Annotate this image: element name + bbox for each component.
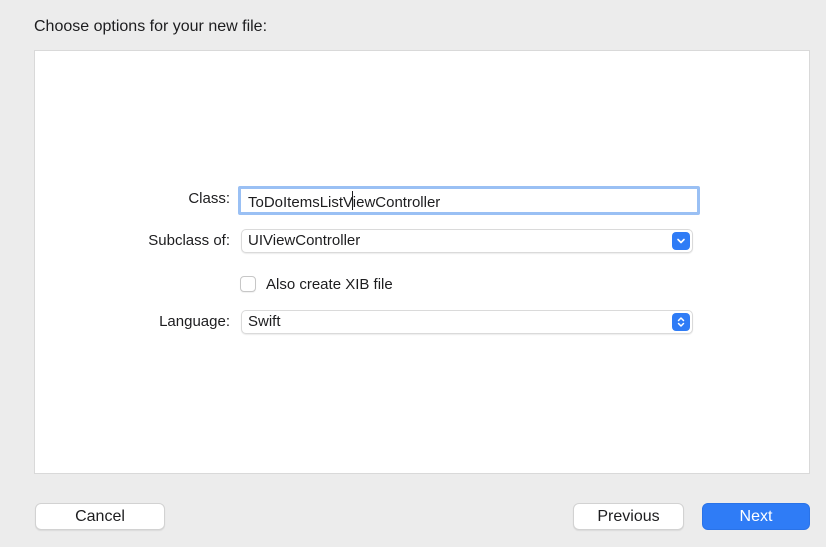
up-down-chevron-icon — [672, 313, 690, 331]
class-name-input[interactable] — [238, 186, 700, 215]
options-panel — [34, 50, 810, 474]
create-xib-row[interactable]: Also create XIB file — [240, 274, 393, 294]
subclass-selected-value: UIViewController — [248, 232, 361, 249]
subclass-select[interactable]: UIViewController — [241, 229, 693, 253]
next-button[interactable]: Next — [702, 503, 810, 530]
language-select[interactable]: Swift — [241, 310, 693, 334]
dialog-title: Choose options for your new file: — [34, 18, 268, 35]
create-xib-checkbox[interactable] — [240, 276, 256, 292]
text-caret — [352, 191, 353, 210]
chevron-down-icon — [672, 232, 690, 250]
subclass-label: Subclass of: — [148, 232, 230, 249]
language-selected-value: Swift — [248, 313, 281, 330]
class-label: Class: — [188, 190, 230, 207]
language-label: Language: — [159, 313, 230, 330]
create-xib-label: Also create XIB file — [266, 275, 393, 293]
previous-button[interactable]: Previous — [573, 503, 684, 530]
new-file-options-dialog: Choose options for your new file: Class:… — [0, 0, 826, 547]
cancel-button[interactable]: Cancel — [35, 503, 165, 530]
